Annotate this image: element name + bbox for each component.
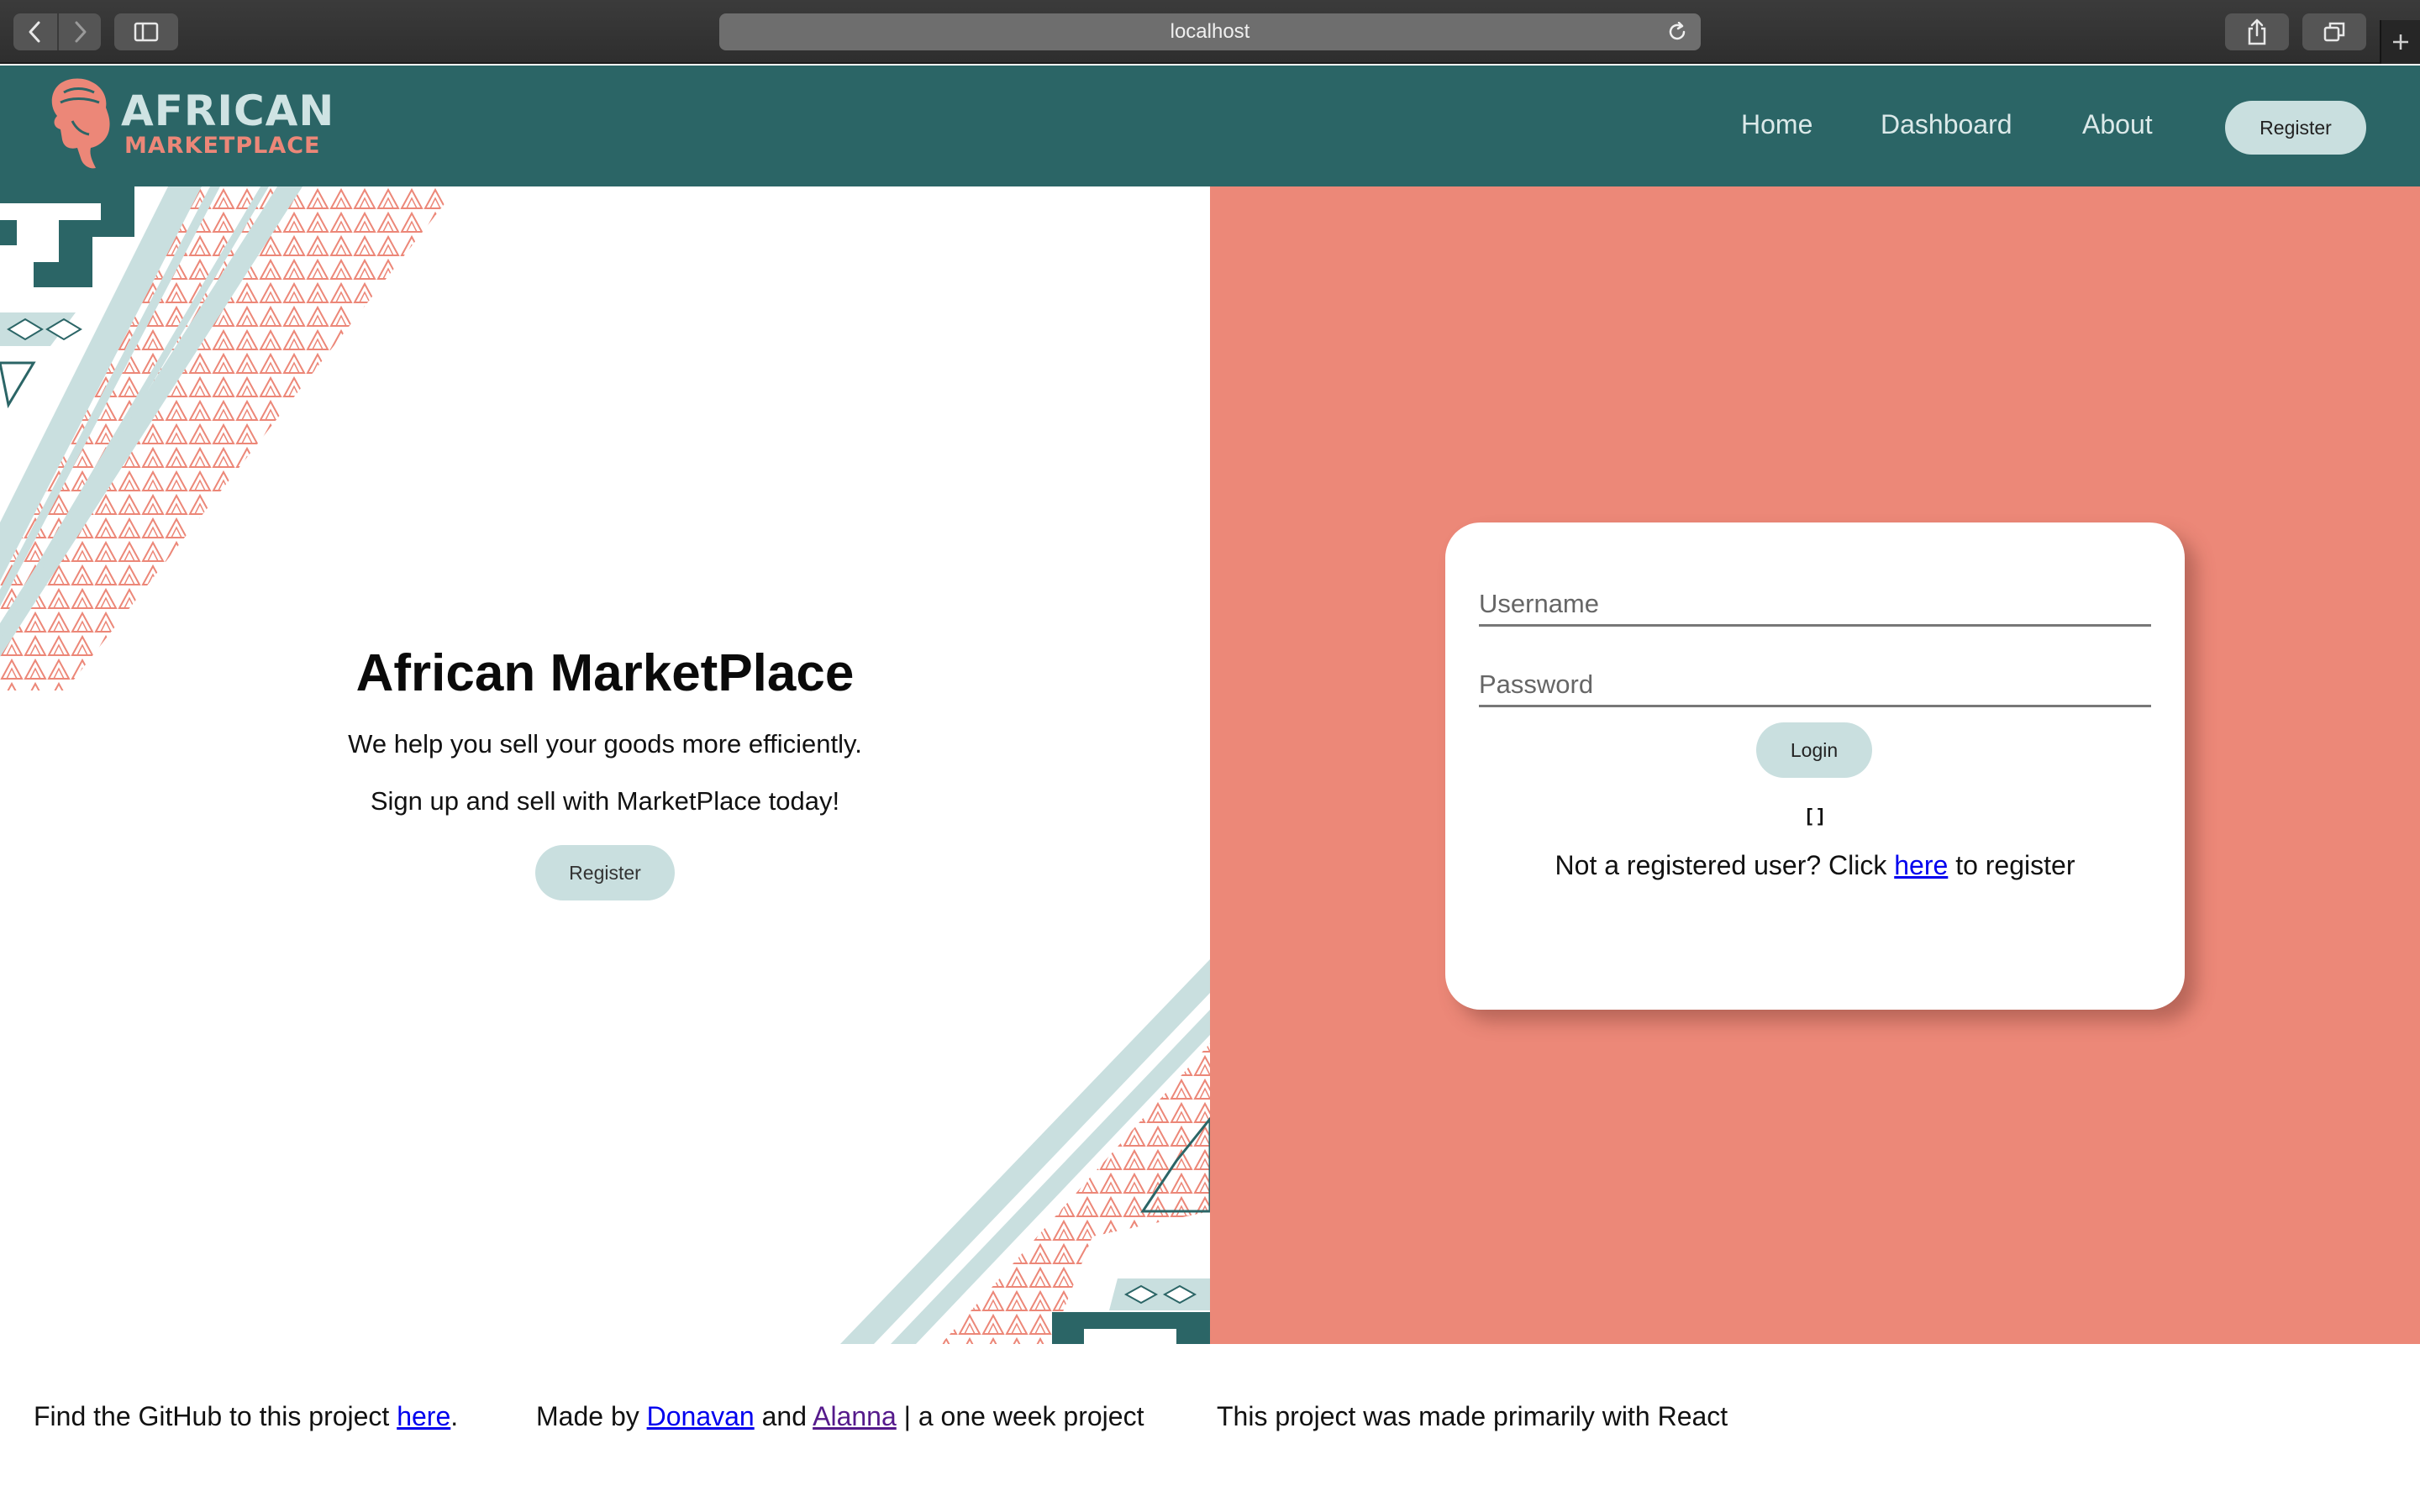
- nav-about-link[interactable]: About: [2082, 109, 2153, 139]
- site-header: AFRICAN MARKETPLACE Home Dashboard About…: [0, 66, 2420, 186]
- hero-title: African MarketPlace: [355, 644, 855, 702]
- footer-credits: Made by Donavan and Alanna | a one week …: [536, 1399, 1144, 1433]
- github-link[interactable]: here: [397, 1401, 450, 1431]
- footer-tech-note: This project was made primarily with Rea…: [1217, 1401, 1728, 1431]
- tribal-pattern-bottom-decoration: [840, 959, 1210, 1344]
- url-text: localhost: [1170, 20, 1250, 43]
- history-nav: [13, 13, 101, 50]
- forward-button[interactable]: [57, 13, 101, 50]
- hero-panel: African MarketPlace We help you sell you…: [0, 186, 1210, 1344]
- sidebar-toggle-button[interactable]: [114, 13, 178, 50]
- footer-github-note: Find the GitHub to this project here.: [34, 1399, 458, 1433]
- hero-content: African MarketPlace We help you sell you…: [0, 640, 1210, 900]
- register-here-link[interactable]: here: [1894, 850, 1948, 880]
- main-nav: Home Dashboard About Register: [0, 66, 2420, 186]
- tribal-pattern-top-decoration: [0, 186, 458, 690]
- footer-github-suffix: .: [450, 1401, 459, 1431]
- new-tab-button[interactable]: [2380, 20, 2420, 64]
- reload-icon[interactable]: [1667, 22, 1687, 42]
- sidebar-icon: [134, 22, 159, 42]
- login-form: Login [ ] Not a registered user? Click h…: [1445, 522, 2185, 1010]
- nav-home-link[interactable]: Home: [1741, 109, 1812, 139]
- chevron-left-icon: [29, 21, 40, 43]
- nav-dashboard-link[interactable]: Dashboard: [1881, 109, 2012, 139]
- password-input[interactable]: [1479, 652, 2151, 707]
- tab-overview-button[interactable]: [2302, 13, 2366, 50]
- share-icon: [2248, 18, 2266, 45]
- back-button[interactable]: [13, 13, 57, 50]
- hero-tagline: Sign up and sell with MarketPlace today!: [370, 786, 840, 816]
- header-register-button[interactable]: Register: [2225, 101, 2366, 155]
- form-errors: [ ]: [1806, 805, 1824, 826]
- footer-github-prefix: Find the GitHub to this project: [34, 1401, 397, 1431]
- login-button[interactable]: Login: [1756, 722, 1872, 778]
- address-bar[interactable]: localhost: [719, 13, 1701, 50]
- register-note: Not a registered user? Click here to reg…: [1445, 850, 2185, 881]
- chevron-right-icon: [75, 21, 87, 43]
- browser-toolbar: localhost: [0, 0, 2420, 64]
- footer-made-by-prefix: Made by: [536, 1401, 647, 1431]
- register-note-suffix: to register: [1948, 850, 2075, 880]
- author-donavan-link[interactable]: Donavan: [647, 1401, 755, 1431]
- register-note-prefix: Not a registered user? Click: [1555, 850, 1895, 880]
- username-input[interactable]: [1479, 571, 2151, 627]
- hero-register-button[interactable]: Register: [535, 845, 675, 900]
- author-alanna-link[interactable]: Alanna: [813, 1401, 897, 1431]
- plus-icon: [2393, 34, 2408, 50]
- footer-made-by-suffix: | a one week project: [896, 1401, 1144, 1431]
- footer-and: and: [754, 1401, 813, 1431]
- tabs-overview-icon: [2323, 22, 2345, 42]
- login-panel: Login [ ] Not a registered user? Click h…: [1210, 186, 2420, 1344]
- share-button[interactable]: [2225, 13, 2289, 50]
- hero-subtitle: We help you sell your goods more efficie…: [348, 729, 862, 759]
- site-footer: Find the GitHub to this project here. Ma…: [0, 1344, 2420, 1512]
